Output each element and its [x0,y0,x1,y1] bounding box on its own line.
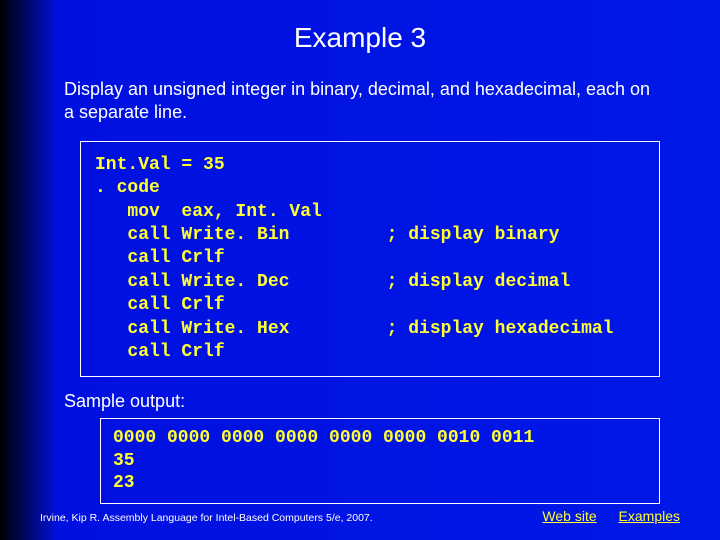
website-link[interactable]: Web site [542,508,596,524]
sample-output-box: 0000 0000 0000 0000 0000 0000 0010 0011 … [100,418,660,504]
footer-credit: Irvine, Kip R. Assembly Language for Int… [40,512,524,524]
slide-title: Example 3 [0,0,720,54]
examples-link[interactable]: Examples [619,508,680,524]
code-listing: Int.Val = 35 . code mov eax, Int. Val ca… [80,141,660,378]
sample-output-label: Sample output: [64,391,720,412]
description-text: Display an unsigned integer in binary, d… [64,78,660,125]
footer-bar: Irvine, Kip R. Assembly Language for Int… [40,508,680,524]
footer-links: Web site Examples [524,508,680,524]
